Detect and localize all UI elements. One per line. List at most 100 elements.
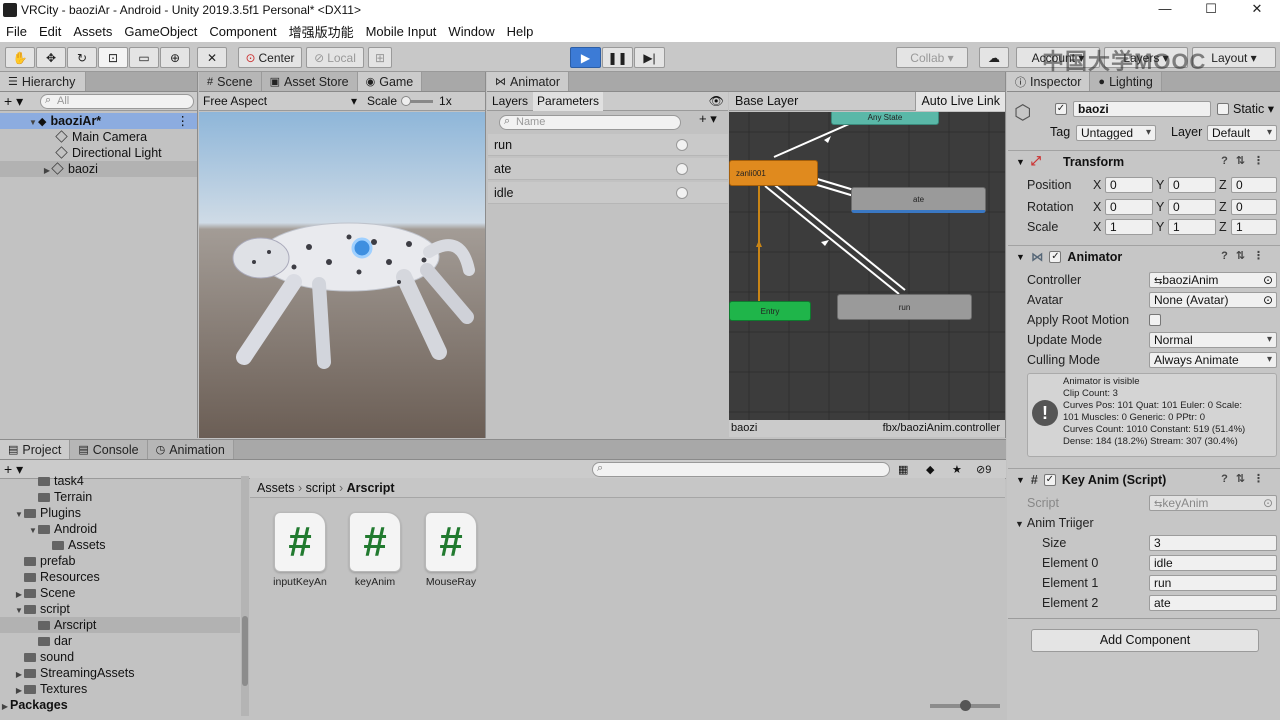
tab-project[interactable]: ▤ Project xyxy=(0,440,71,459)
create-button[interactable]: + ▾ xyxy=(4,93,23,110)
avatar-field[interactable]: None (Avatar) ⊙ xyxy=(1149,292,1277,308)
project-folder[interactable]: ▼ Plugins xyxy=(0,505,240,521)
asset-mouseray[interactable]: # MouseRay xyxy=(416,512,486,588)
parameter-row[interactable]: idle xyxy=(488,182,728,204)
transform-z-field[interactable]: 1 xyxy=(1231,219,1277,235)
component-menu-icons[interactable]: ?⇅⋮ xyxy=(1221,472,1272,485)
scene-row[interactable]: ▼◆ baoziAr* ⋮ xyxy=(0,113,197,129)
project-folder[interactable]: ▼ script xyxy=(0,601,240,617)
scale-tool-button[interactable]: ⊡ xyxy=(98,47,128,68)
tab-lighting[interactable]: ● Lighting xyxy=(1090,72,1162,91)
filter-type-icon[interactable]: ▦ xyxy=(898,463,908,476)
controller-field[interactable]: ⇆baoziAnim ⊙ xyxy=(1149,272,1277,288)
layer-dropdown[interactable]: Default xyxy=(1207,125,1277,141)
hierarchy-search-input[interactable]: All xyxy=(40,94,194,109)
scale-slider-thumb[interactable] xyxy=(401,95,412,106)
project-folder[interactable]: Resources xyxy=(0,569,240,585)
collapse-arrow-icon[interactable]: ▶ xyxy=(0,699,10,715)
eye-icon[interactable]: 👁 xyxy=(709,94,724,108)
apply-root-motion-checkbox[interactable] xyxy=(1149,314,1161,326)
breadcrumb-arscript[interactable]: Arscript xyxy=(347,481,395,495)
layer-breadcrumb[interactable]: Base Layer xyxy=(735,94,798,108)
tab-animation[interactable]: ◷ Animation xyxy=(147,440,234,459)
auto-live-link-button[interactable]: Auto Live Link xyxy=(915,92,1005,111)
state-run[interactable]: run xyxy=(837,294,972,320)
static-dropdown[interactable]: Static ▾ xyxy=(1233,101,1274,116)
update-mode-dropdown[interactable]: Normal xyxy=(1149,332,1277,348)
transform-y-field[interactable]: 1 xyxy=(1168,219,1216,235)
foldout-arrow-icon[interactable]: ▼ xyxy=(1016,252,1025,262)
transform-x-field[interactable]: 0 xyxy=(1105,199,1153,215)
transform-y-field[interactable]: 0 xyxy=(1168,199,1216,215)
rotate-tool-button[interactable]: ↻ xyxy=(67,47,97,68)
size-field[interactable]: 3 xyxy=(1149,535,1277,551)
rect-tool-button[interactable]: ▭ xyxy=(129,47,159,68)
breadcrumb-assets[interactable]: Assets xyxy=(257,481,295,495)
animator-graph[interactable]: Any State zanli001 ate Entry run xyxy=(729,112,1005,420)
icon-size-slider[interactable] xyxy=(930,700,1000,711)
hierarchy-item-selected[interactable]: ▶ baozi xyxy=(0,161,197,177)
move-tool-button[interactable]: ✥ xyxy=(36,47,66,68)
add-parameter-button[interactable]: + ▾ xyxy=(699,111,717,127)
project-folder-selected[interactable]: Arscript xyxy=(0,617,240,633)
scale-slider[interactable] xyxy=(401,95,434,106)
menu-help[interactable]: Help xyxy=(501,24,540,39)
custom-tool-button[interactable]: ✕ xyxy=(197,47,227,68)
menu-edit[interactable]: Edit xyxy=(33,24,67,39)
tab-scene[interactable]: # Scene xyxy=(199,72,262,91)
tab-animator[interactable]: ⋈ Animator xyxy=(487,72,570,91)
maximize-button[interactable]: ☐ xyxy=(1188,0,1234,20)
menu-file[interactable]: File xyxy=(0,24,33,39)
keyanim-enabled-checkbox[interactable]: ✓ xyxy=(1043,473,1056,486)
trigger-toggle[interactable] xyxy=(676,187,688,199)
asset-inputkeyan[interactable]: # inputKeyAn xyxy=(265,512,335,588)
project-folder[interactable]: ▼ Android xyxy=(0,521,240,537)
state-any[interactable]: Any State xyxy=(831,112,939,125)
hand-tool-button[interactable]: ✋ xyxy=(5,47,35,68)
project-folder[interactable]: Assets xyxy=(0,537,240,553)
parameter-row[interactable]: ate xyxy=(488,158,728,180)
pause-button[interactable]: ❚❚ xyxy=(602,47,633,68)
project-folder[interactable]: prefab xyxy=(0,553,240,569)
game-viewport[interactable] xyxy=(199,112,485,438)
transform-tool-button[interactable]: ⊕ xyxy=(160,47,190,68)
tab-console[interactable]: ▤ Console xyxy=(70,440,148,459)
state-zanli001[interactable]: zanli001 xyxy=(729,160,818,186)
component-menu-icons[interactable]: ?⇅⋮ xyxy=(1221,249,1272,262)
breadcrumb-script[interactable]: script xyxy=(306,481,336,495)
trigger-toggle[interactable] xyxy=(676,163,688,175)
add-component-button[interactable]: Add Component xyxy=(1031,629,1259,652)
tab-asset-store[interactable]: ▣ Asset Store xyxy=(261,72,358,91)
foldout-arrow-icon[interactable]: ▼ xyxy=(1016,475,1025,485)
animator-enabled-checkbox[interactable]: ✓ xyxy=(1049,250,1062,263)
project-folder[interactable]: ▶ StreamingAssets xyxy=(0,665,240,681)
project-folder[interactable]: sound xyxy=(0,649,240,665)
transform-header[interactable]: ▼ ⤢ Transform ?⇅⋮ xyxy=(1008,150,1280,172)
project-folder[interactable]: ▶ Scene xyxy=(0,585,240,601)
trigger-toggle[interactable] xyxy=(676,139,688,151)
hidden-packages-button[interactable]: ⊘9 xyxy=(976,463,991,476)
project-folder[interactable]: task4 xyxy=(0,476,240,489)
state-ate[interactable]: ate xyxy=(851,187,986,213)
collapse-arrow-icon[interactable]: ▶ xyxy=(42,163,52,179)
hierarchy-item[interactable]: Directional Light xyxy=(0,145,197,161)
menu-mobile-input[interactable]: Mobile Input xyxy=(360,24,443,39)
project-folder[interactable]: dar xyxy=(0,633,240,649)
tab-parameters[interactable]: Parameters xyxy=(533,91,604,111)
snap-button[interactable]: ⊞ xyxy=(368,47,392,68)
asset-keyanim[interactable]: # keyAnim xyxy=(340,512,410,588)
static-checkbox[interactable] xyxy=(1217,103,1229,115)
hierarchy-item[interactable]: Main Camera xyxy=(0,129,197,145)
object-picker-icon[interactable]: ⊙ xyxy=(1263,273,1273,287)
transform-z-field[interactable]: 0 xyxy=(1231,199,1277,215)
minimize-button[interactable]: — xyxy=(1142,0,1188,20)
project-folder[interactable]: Terrain xyxy=(0,489,240,505)
step-button[interactable]: ▶| xyxy=(634,47,665,68)
tab-game[interactable]: ◉ Game xyxy=(357,72,423,91)
menu-assets[interactable]: Assets xyxy=(67,24,118,39)
transform-z-field[interactable]: 0 xyxy=(1231,177,1277,193)
anim-trigger-foldout[interactable]: ▼ Anim Triiger xyxy=(1015,514,1094,532)
object-name-field[interactable]: baozi xyxy=(1073,101,1211,117)
menu-gameobject[interactable]: GameObject xyxy=(118,24,203,39)
tab-hierarchy[interactable]: ☰ Hierarchy xyxy=(0,72,86,91)
